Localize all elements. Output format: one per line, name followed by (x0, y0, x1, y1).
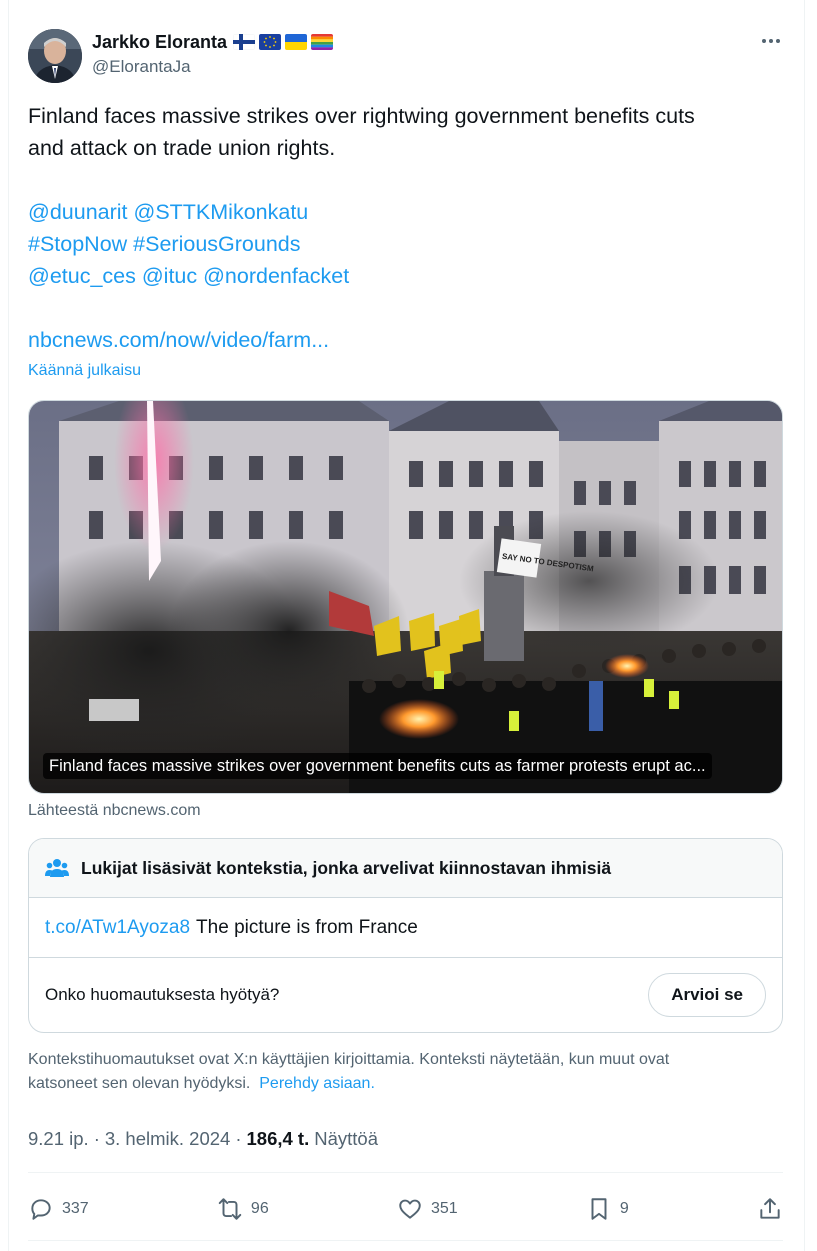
author-name-row[interactable]: Jarkko Eloranta (92, 30, 334, 54)
people-icon (45, 859, 69, 877)
translate-post-link[interactable]: Käännä julkaisu (28, 362, 141, 380)
reply-icon (31, 1199, 51, 1220)
community-note-title: Lukijat lisäsivät kontekstia, jonka arve… (81, 857, 612, 878)
community-note-disclaimer: Kontekstihuomautukset ovat X:n käyttäjie… (28, 1048, 788, 1096)
note-text: The picture is from France (196, 916, 418, 938)
community-note-footer: Onko huomautuksesta hyötyä? Arvioi se (29, 958, 782, 1032)
tweet-meta: 9.21 ip. · 3. helmik. 2024 · 186,4 t. Nä… (28, 1128, 378, 1150)
meta-separator: · (235, 1128, 242, 1149)
share-button[interactable] (757, 1196, 783, 1222)
bookmark-button[interactable]: 9 (586, 1196, 629, 1222)
heart-icon (399, 1199, 421, 1219)
learn-more-link[interactable]: Perehdy asiaan. (259, 1075, 375, 1092)
hashtags-link[interactable]: #StopNow #SeriousGrounds (28, 228, 788, 260)
media-caption: Finland faces massive strikes over gover… (43, 753, 712, 779)
more-icon[interactable] (758, 30, 784, 52)
tweet-text-line: and attack on trade union rights. (28, 136, 336, 160)
link-card-media[interactable]: SAY NO TO DESPOTISM Finland faces massiv… (28, 400, 783, 794)
reply-count: 337 (62, 1200, 89, 1217)
finland-flag-icon (233, 34, 256, 50)
note-helpful-question: Onko huomautuksesta hyötyä? (45, 985, 280, 1004)
tweet-text-line: Finland faces massive strikes over right… (28, 104, 695, 128)
rate-note-button[interactable]: Arvioi se (648, 973, 766, 1017)
community-note-body: t.co/ATw1Ayoza8 The picture is from Fran… (29, 898, 782, 958)
bookmark-count: 9 (619, 1200, 629, 1217)
repost-button[interactable]: 96 (217, 1196, 269, 1222)
divider (28, 1240, 783, 1241)
protest-photo: SAY NO TO DESPOTISM (29, 401, 782, 793)
mentions-link[interactable]: @duunarit @STTKMikonkatu (28, 196, 788, 228)
meta-separator: · (93, 1128, 100, 1149)
link-source[interactable]: Lähteestä nbcnews.com (28, 802, 201, 820)
like-count: 351 (430, 1200, 458, 1217)
reply-button[interactable]: 337 (28, 1196, 89, 1222)
tweet-text: Finland faces massive strikes over right… (28, 100, 788, 356)
mentions-link[interactable]: @etuc_ces @ituc @nordenfacket (28, 260, 788, 292)
repost-count: 96 (250, 1200, 269, 1217)
author-handle[interactable]: @ElorantaJa (92, 57, 191, 77)
post-date[interactable]: 3. helmik. 2024 (105, 1128, 230, 1150)
views-label: Näyttöä (314, 1128, 379, 1149)
community-note: Lukijat lisäsivät kontekstia, jonka arve… (28, 838, 783, 1033)
note-source-link[interactable]: t.co/ATw1Ayoza8 (45, 917, 190, 939)
disclaimer-text: Kontekstihuomautukset ovat X:n käyttäjie… (28, 1051, 670, 1068)
author-display-name[interactable]: Jarkko Eloranta (92, 32, 227, 53)
bookmark-icon (591, 1198, 607, 1220)
avatar[interactable] (28, 29, 82, 83)
ukraine-flag-icon (285, 34, 308, 50)
like-button[interactable]: 351 (397, 1196, 458, 1222)
divider (28, 1172, 783, 1173)
action-bar: 337 96 351 9 (28, 1188, 783, 1230)
article-link[interactable]: nbcnews.com/now/video/farm... (28, 324, 788, 356)
disclaimer-text: katsoneet sen olevan hyödyksi. (28, 1075, 251, 1092)
community-note-header: Lukijat lisäsivät kontekstia, jonka arve… (29, 839, 782, 898)
repost-icon (218, 1198, 242, 1220)
share-icon (760, 1198, 780, 1219)
rainbow-flag-icon (311, 34, 334, 50)
post-time[interactable]: 9.21 ip. (28, 1128, 89, 1150)
eu-flag-icon (259, 34, 282, 50)
avatar-image (28, 29, 82, 83)
views-count: 186,4 t. (246, 1128, 310, 1149)
